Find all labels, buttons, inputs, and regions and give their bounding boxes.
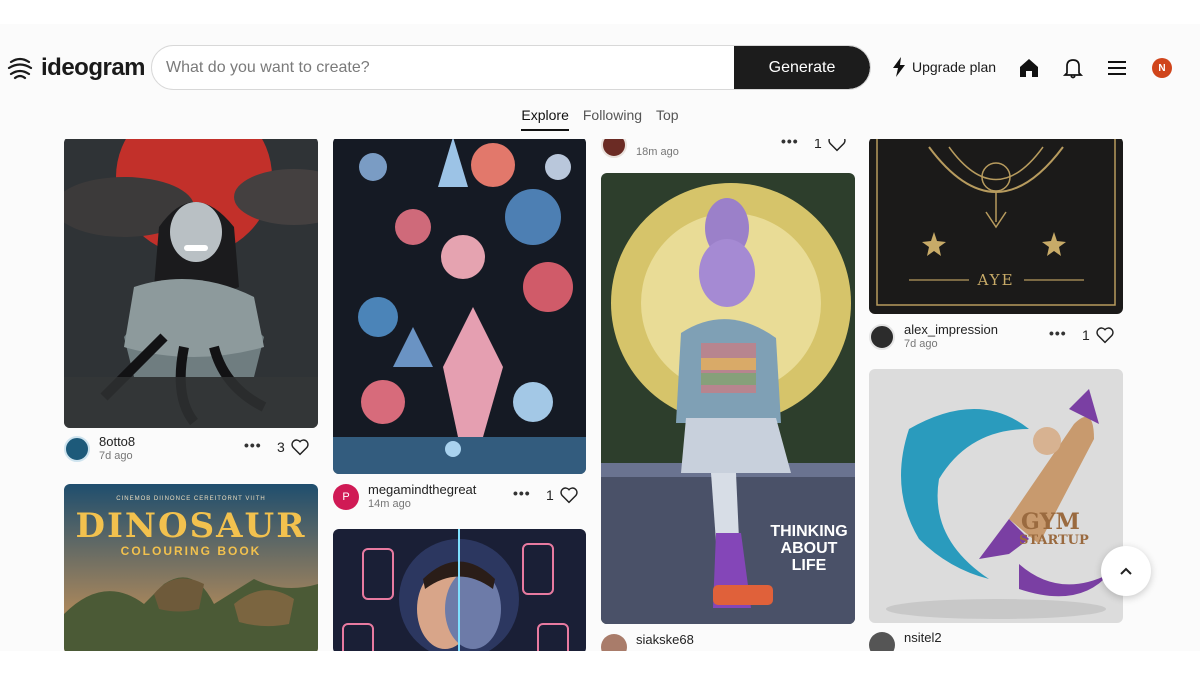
feed-tabs: Explore Following Top (0, 107, 1200, 131)
buddha-caption-1: THINKING (770, 523, 848, 540)
split-face-illustration (333, 529, 586, 651)
post-meta: 8otto8 7d ago ••• 3 (64, 434, 318, 468)
tab-top[interactable]: Top (656, 107, 679, 131)
app-frame: 8otto8 7d ago ••• 3 CINEMOB DIINONCE CER… (0, 24, 1200, 651)
username[interactable]: 8otto8 (99, 434, 135, 449)
user-avatar[interactable]: N (1152, 58, 1172, 78)
username[interactable]: siakske68 (636, 632, 694, 647)
ideogram-logo-icon (7, 57, 33, 80)
timestamp: 14m ago (368, 498, 411, 510)
heart-icon[interactable] (1095, 326, 1115, 344)
username[interactable]: alex_impression (904, 322, 998, 337)
username[interactable]: megamindthegreat (368, 482, 476, 497)
upgrade-plan-label: Upgrade plan (912, 59, 997, 75)
avatar[interactable] (869, 632, 895, 651)
tab-following[interactable]: Following (583, 107, 642, 131)
prompt-input[interactable] (166, 46, 726, 89)
more-options-icon[interactable]: ••• (1049, 325, 1067, 341)
like-count: 1 (1082, 327, 1090, 343)
dino-top-text: CINEMOB DIINONCE CEREITORNT VIITH (116, 496, 266, 502)
menu-icon[interactable] (1106, 57, 1128, 79)
chevron-up-icon (1120, 567, 1132, 575)
more-options-icon[interactable]: ••• (513, 485, 531, 501)
post-image-gym-startup[interactable]: GYM STARTUP (869, 369, 1123, 623)
lightning-icon (893, 57, 905, 77)
generate-button[interactable]: Generate (734, 46, 870, 89)
bell-icon[interactable] (1062, 57, 1084, 79)
post-meta: P megamindthegreat 14m ago ••• 1 (333, 482, 586, 516)
brand-name: ideogram (41, 54, 146, 81)
ghost-illustration (64, 137, 318, 428)
post-image-split-face[interactable] (333, 529, 586, 651)
like-count: 3 (277, 439, 285, 455)
upgrade-plan-button[interactable]: Upgrade plan (892, 57, 996, 77)
like-count: 1 (546, 487, 554, 503)
avatar[interactable] (601, 634, 627, 651)
timestamp: 18m ago (636, 146, 679, 158)
post-meta: alex_impression 7d ago ••• 1 (869, 322, 1123, 356)
gym-startup-illustration (869, 369, 1123, 623)
brand-logo[interactable]: ideogram (7, 54, 146, 82)
more-options-icon[interactable]: ••• (244, 437, 262, 453)
post-image-ghost[interactable] (64, 137, 318, 428)
post-image-crystal-city[interactable] (333, 137, 586, 474)
dino-title: DINOSAUR (75, 506, 307, 546)
buddha-caption-2: ABOUT (780, 540, 838, 557)
username[interactable]: nsitel2 (904, 630, 942, 645)
scroll-to-top-button[interactable] (1101, 546, 1151, 596)
avatar[interactable]: P (333, 484, 359, 510)
timestamp: 7d ago (904, 338, 938, 350)
post-image-aye[interactable]: AYE (869, 137, 1123, 314)
crystal-city-illustration (333, 137, 586, 474)
heart-icon[interactable] (559, 486, 579, 504)
top-header: ideogram Generate Upgrade plan N Explore… (0, 24, 1200, 139)
avatar[interactable] (64, 436, 90, 462)
heart-icon[interactable] (290, 438, 310, 456)
gym-text-1: GYM (1021, 509, 1080, 535)
tab-explore[interactable]: Explore (521, 107, 569, 131)
avatar[interactable] (869, 324, 895, 350)
aye-text: AYE (977, 271, 1015, 289)
post-meta: nsitel2 (869, 630, 1123, 651)
post-image-buddha[interactable]: THINKING ABOUT LIFE (601, 173, 855, 624)
home-icon[interactable] (1018, 57, 1040, 79)
timestamp: 7d ago (99, 450, 133, 462)
post-meta: siakske68 (601, 632, 855, 651)
buddha-caption-3: LIFE (791, 557, 827, 574)
post-image-dinosaur[interactable]: CINEMOB DIINONCE CEREITORNT VIITH DINOSA… (64, 484, 318, 651)
gym-text-2: STARTUP (1019, 533, 1089, 548)
dino-subtitle: COLOURING BOOK (120, 544, 262, 558)
prompt-bar: Generate (151, 45, 871, 90)
